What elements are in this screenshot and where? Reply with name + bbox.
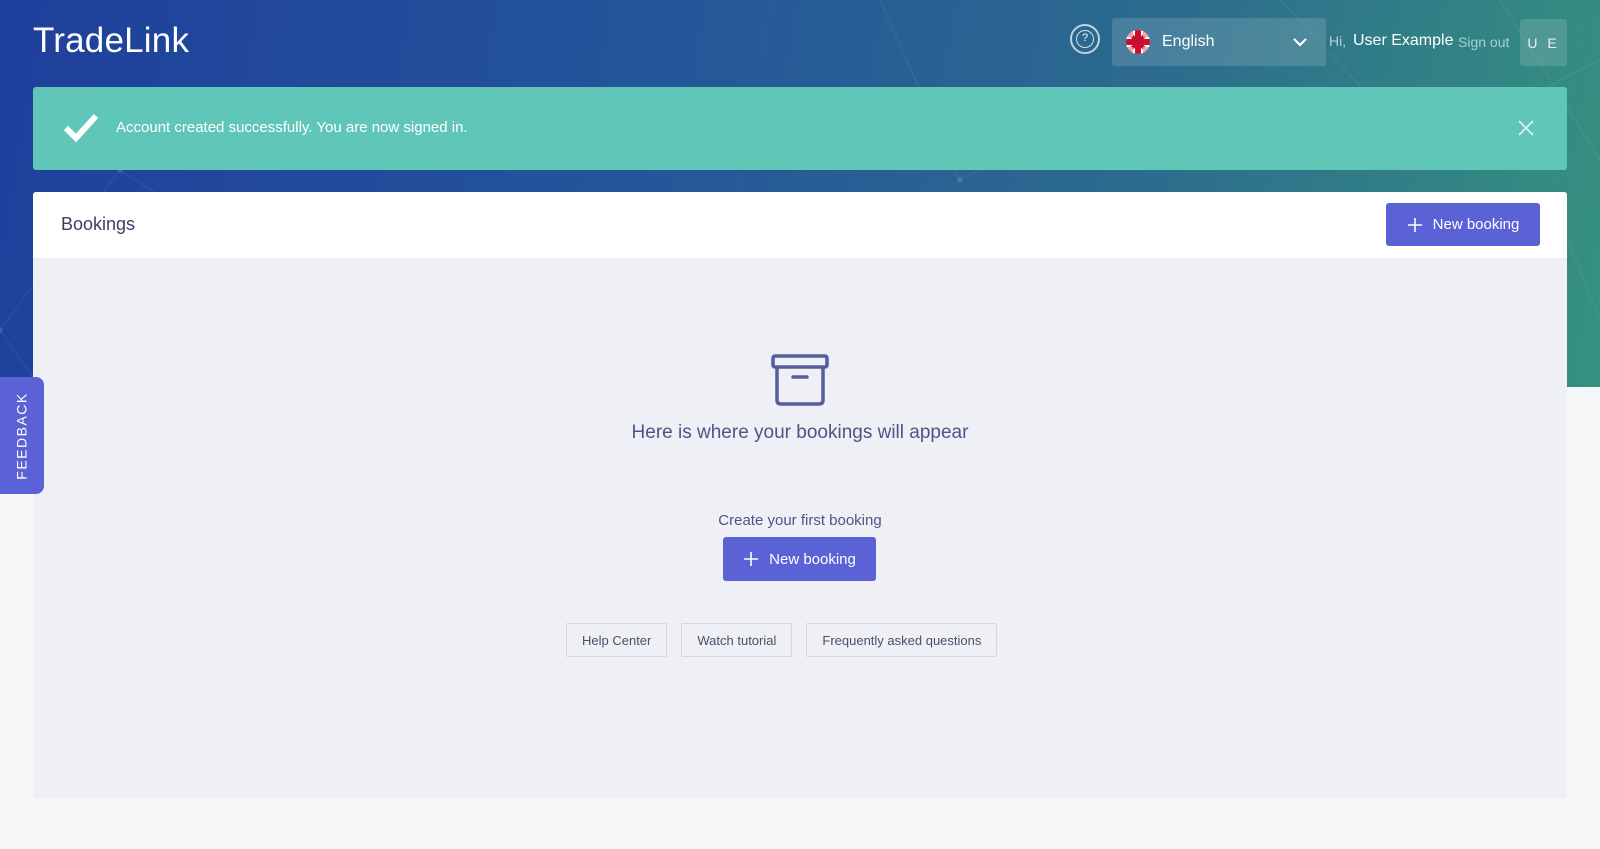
help-center-link[interactable]: Help Center: [566, 623, 668, 657]
feedback-tab[interactable]: FEEDBACK: [0, 377, 44, 494]
check-icon: [63, 113, 99, 143]
greeting-text: Hi,: [1329, 33, 1347, 49]
language-label: English: [1162, 33, 1215, 50]
chevron-down-icon: [1293, 38, 1307, 47]
help-icon: ?: [1076, 30, 1094, 48]
plus-icon: [744, 552, 759, 566]
avatar[interactable]: U E: [1520, 19, 1567, 66]
empty-state-title: Here is where your bookings will appear: [631, 422, 969, 443]
empty-state-subtitle: Create your first booking: [718, 512, 882, 529]
success-alert: Account created successfully. You are no…: [33, 87, 1567, 170]
page-title: Bookings: [61, 214, 136, 234]
new-booking-label: New booking: [1432, 216, 1520, 233]
plus-icon: [1407, 217, 1422, 232]
help-button[interactable]: ?: [1070, 24, 1100, 54]
watch-tutorial-link[interactable]: Watch tutorial: [681, 623, 793, 657]
create-first-booking-label: New booking: [769, 550, 856, 568]
feedback-label: FEEDBACK: [14, 391, 30, 480]
faq-link[interactable]: Frequently asked questions: [806, 623, 998, 657]
new-booking-button[interactable]: New booking: [1386, 203, 1540, 246]
sign-out-link[interactable]: Sign out: [1458, 34, 1509, 50]
user-name: User Example: [1353, 32, 1454, 49]
bookings-card: Bookings New booking Here is where your …: [33, 192, 1567, 798]
language-select[interactable]: English: [1112, 18, 1326, 66]
bookings-card-header: Bookings New booking: [33, 192, 1567, 258]
app-logo[interactable]: TradeLink: [33, 21, 189, 61]
uk-flag-icon: [1126, 30, 1150, 54]
close-icon[interactable]: [1517, 119, 1535, 137]
alert-message: Account created successfully. You are no…: [116, 119, 468, 136]
help-links: Help Center Watch tutorial Frequently as…: [566, 623, 998, 657]
create-first-booking-button[interactable]: New booking: [723, 537, 876, 581]
archive-box-icon: [771, 354, 829, 406]
